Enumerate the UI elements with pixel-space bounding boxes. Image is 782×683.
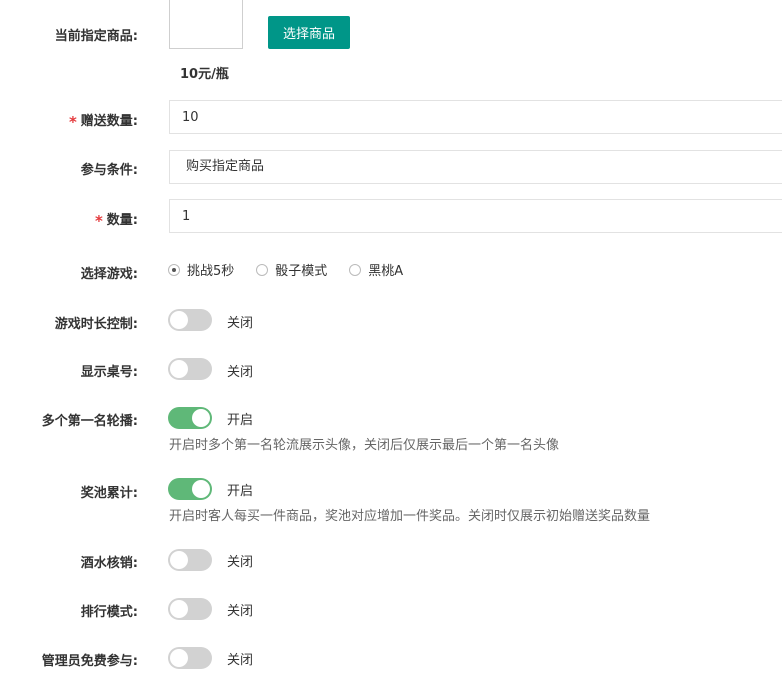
required-mark: * (94, 212, 103, 230)
select-product-button[interactable]: 选择商品 (268, 16, 350, 49)
game-radio-group: 挑战5秒 骰子模式 黑桃A (168, 260, 425, 279)
toggle-knob (170, 360, 188, 378)
toggle-knob (192, 480, 210, 498)
quantity-input[interactable] (169, 199, 782, 233)
radio-unchecked-icon (256, 263, 269, 276)
toggle-knob (170, 311, 188, 329)
condition-select[interactable]: 购买指定商品 (169, 150, 782, 184)
product-thumbnail (169, 0, 243, 49)
pool-accumulate-hint: 开启时客人每买一件商品，奖池对应增加一件奖品。关闭时仅展示初始赠送奖品数量 (169, 509, 651, 524)
admin-free-toggle[interactable] (168, 647, 212, 669)
gift-quantity-input[interactable] (169, 100, 782, 134)
product-label: 当前指定商品: (54, 29, 138, 44)
drink-verify-toggle[interactable] (168, 549, 212, 571)
multi-first-toggle[interactable] (168, 407, 212, 429)
multi-first-state: 开启 (227, 413, 254, 428)
pool-accumulate-toggle[interactable] (168, 478, 212, 500)
product-price: 10元/瓶 (180, 67, 229, 82)
game-duration-label: 游戏时长控制: (54, 317, 138, 332)
toggle-knob (170, 649, 188, 667)
game-label: 选择游戏: (80, 267, 138, 282)
pool-accumulate-state: 开启 (227, 484, 254, 499)
admin-free-state: 关闭 (227, 653, 254, 668)
game-duration-toggle[interactable] (168, 309, 212, 331)
pool-accumulate-label: 奖池累计: (80, 486, 138, 501)
radio-challenge-5s[interactable]: 挑战5秒 (168, 260, 234, 279)
ranking-mode-toggle[interactable] (168, 598, 212, 620)
show-table-label: 显示桌号: (80, 365, 138, 380)
show-table-toggle[interactable] (168, 358, 212, 380)
radio-spade-a[interactable]: 黑桃A (349, 260, 403, 279)
condition-label: 参与条件: (80, 163, 138, 178)
admin-free-label: 管理员免费参与: (41, 654, 138, 669)
gift-quantity-label: * 赠送数量: (68, 113, 138, 131)
radio-unchecked-icon (349, 263, 362, 276)
ranking-mode-state: 关闭 (227, 604, 254, 619)
drink-verify-state: 关闭 (227, 555, 254, 570)
ranking-mode-label: 排行模式: (80, 605, 138, 620)
show-table-state: 关闭 (227, 365, 254, 380)
required-mark: * (68, 113, 77, 131)
radio-checked-icon (168, 263, 180, 276)
quantity-label: * 数量: (94, 212, 138, 230)
toggle-knob (170, 600, 188, 618)
drink-verify-label: 酒水核销: (80, 556, 138, 571)
multi-first-label: 多个第一名轮播: (41, 414, 138, 429)
multi-first-hint: 开启时多个第一名轮流展示头像，关闭后仅展示最后一个第一名头像 (169, 438, 560, 453)
radio-dice-mode[interactable]: 骰子模式 (256, 260, 327, 279)
game-duration-state: 关闭 (227, 316, 254, 331)
toggle-knob (192, 409, 210, 427)
toggle-knob (170, 551, 188, 569)
